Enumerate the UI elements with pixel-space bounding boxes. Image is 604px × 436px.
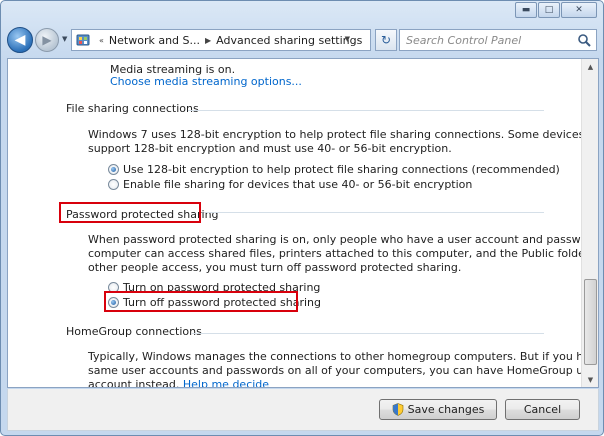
breadcrumb-overflow[interactable]: «	[99, 36, 104, 45]
radio-label: Use 128-bit encryption to help protect f…	[123, 163, 560, 176]
password-sharing-description-2: computer can access shared files, printe…	[88, 247, 599, 260]
settings-pane: Media streaming is on. Choose media stre…	[7, 58, 599, 388]
window-frame: ▬ □ ✕ ◀ ▶ ▼ « Network and S... ▶ Advance…	[0, 0, 604, 436]
turn-off-option-highlight	[104, 291, 298, 312]
file-sharing-description-2: support 128-bit encryption and must use …	[88, 142, 452, 155]
radio-label: Enable file sharing for devices that use…	[123, 178, 473, 191]
file-sharing-description-1: Windows 7 uses 128-bit encryption to hel…	[88, 128, 599, 141]
save-changes-label: Save changes	[407, 403, 485, 416]
refresh-icon: ↻	[380, 33, 392, 47]
address-bar[interactable]: « Network and S... ▶ Advanced sharing se…	[71, 29, 371, 51]
control-panel-icon	[74, 31, 92, 49]
maximize-button[interactable]: □	[538, 2, 560, 18]
radio-unselected-icon	[108, 179, 119, 190]
password-sharing-description-1: When password protected sharing is on, o…	[88, 233, 599, 246]
breadcrumb-separator-icon[interactable]: ▶	[205, 36, 211, 45]
cancel-label: Cancel	[523, 403, 562, 416]
cancel-button[interactable]: Cancel	[505, 399, 580, 420]
forward-button[interactable]: ▶	[35, 28, 59, 52]
search-placeholder: Search Control Panel	[406, 33, 522, 47]
search-input[interactable]: Search Control Panel	[399, 29, 597, 51]
forward-arrow-icon: ▶	[42, 33, 52, 47]
scrollbar-thumb[interactable]	[584, 279, 597, 365]
homegroup-description-1: Typically, Windows manages the connectio…	[88, 350, 599, 363]
homegroup-description-2: same user accounts and passwords on all …	[88, 364, 599, 377]
command-bar: Save changes Cancel	[7, 389, 599, 431]
section-divider	[204, 212, 544, 213]
homegroup-description-3: account instead. Help me decide	[88, 377, 269, 388]
recent-pages-dropdown-icon[interactable]: ▼	[62, 35, 67, 43]
password-heading-highlight	[59, 202, 201, 223]
navigation-bar: ◀ ▶ ▼ « Network and S... ▶ Advanced shar…	[7, 27, 599, 55]
radio-128-bit-encryption[interactable]: Use 128-bit encryption to help protect f…	[108, 163, 560, 176]
close-button[interactable]: ✕	[561, 2, 597, 18]
scroll-down-arrow-icon[interactable]: ▼	[584, 373, 597, 386]
back-button[interactable]: ◀	[7, 27, 33, 53]
homegroup-description-3-text: account instead.	[88, 378, 180, 388]
homegroup-heading: HomeGroup connections	[66, 325, 202, 338]
search-icon[interactable]	[577, 33, 591, 47]
radio-selected-icon	[108, 164, 119, 175]
breadcrumb-network-and-sharing[interactable]: Network and S...	[109, 34, 200, 47]
address-history-dropdown-icon[interactable]: ▼	[345, 35, 350, 43]
breadcrumb-advanced-sharing[interactable]: Advanced sharing settings	[216, 34, 362, 47]
refresh-button[interactable]: ↻	[375, 29, 397, 51]
file-sharing-heading: File sharing connections	[66, 102, 199, 115]
back-arrow-icon: ◀	[14, 32, 26, 48]
help-me-decide-link[interactable]: Help me decide	[183, 378, 269, 387]
media-streaming-options-link[interactable]: Choose media streaming options...	[110, 74, 302, 89]
caption-buttons: ▬ □ ✕	[515, 2, 597, 18]
radio-40-56-bit-encryption[interactable]: Enable file sharing for devices that use…	[108, 178, 472, 191]
password-sharing-description-3: other people access, you must turn off p…	[88, 261, 462, 274]
uac-shield-icon	[392, 403, 403, 416]
vertical-scrollbar[interactable]: ▲ ▼	[581, 59, 598, 387]
minimize-button[interactable]: ▬	[515, 2, 537, 18]
section-divider	[188, 110, 544, 111]
scroll-up-arrow-icon[interactable]: ▲	[584, 60, 597, 73]
section-divider	[192, 333, 544, 334]
save-changes-button[interactable]: Save changes	[379, 399, 497, 420]
